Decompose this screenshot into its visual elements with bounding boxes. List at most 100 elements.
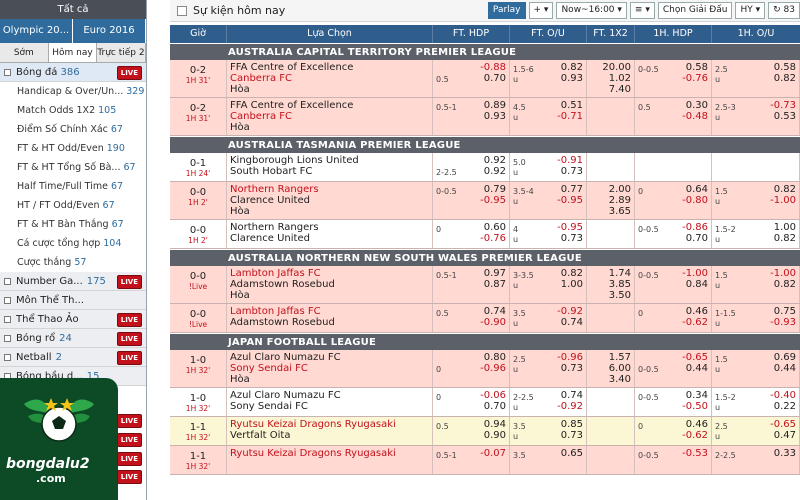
parlay-button[interactable]: Parlay [487, 2, 526, 19]
odds-value[interactable]: 0.34 [686, 390, 708, 401]
sort-button[interactable]: ≡ ▾ [629, 2, 655, 19]
odds-value[interactable]: 0.82 [774, 73, 796, 84]
odds-1x2-value[interactable]: 1.74 [609, 268, 631, 279]
odds-1x2-value[interactable]: 3.40 [609, 374, 631, 385]
odds-value[interactable]: 0.22 [774, 401, 796, 412]
league-header[interactable]: AUSTRALIA NORTHERN NEW SOUTH WALES PREMI… [170, 249, 800, 266]
odds-value[interactable]: -0.76 [682, 73, 708, 84]
home-team[interactable]: Azul Claro Numazu FC [230, 390, 432, 401]
sidebar-item-category[interactable]: Thể Thao Ảo LIVE [0, 310, 146, 329]
league-header[interactable]: AUSTRALIA CAPITAL TERRITORY PREMIER LEAG… [170, 43, 800, 60]
away-team[interactable]: Adamstown Rosebud [230, 279, 432, 290]
odds-value[interactable]: -0.71 [557, 111, 583, 122]
home-team[interactable]: Lambton Jaffas FC [230, 306, 432, 317]
odds-cell-x12[interactable] [587, 220, 635, 248]
odds-value[interactable]: -0.91 [557, 155, 583, 166]
odds-value[interactable]: 0.73 [561, 233, 583, 244]
odds-value[interactable]: 0.64 [686, 184, 708, 195]
odds-cell-ou[interactable]: 2.5 -0.96 u 0.73 [510, 350, 587, 387]
odds-value[interactable]: -0.90 [480, 317, 506, 328]
odds-cell-x12[interactable] [587, 446, 635, 474]
odds-1x2-value[interactable]: 6.00 [609, 363, 631, 374]
odds-value[interactable]: -0.50 [682, 401, 708, 412]
odds-value[interactable]: -0.96 [557, 352, 583, 363]
odds-cell-ou[interactable]: 5.0 -0.91 u 0.73 [510, 153, 587, 181]
odds-value[interactable]: -1.00 [682, 268, 708, 279]
league-header[interactable]: AUSTRALIA TASMANIA PREMIER LEAGUE [170, 136, 800, 153]
odds-cell-ou[interactable]: 3.5 0.85 u 0.73 [510, 417, 587, 445]
odds-cell-x12[interactable] [587, 153, 635, 181]
odds-value[interactable]: 0.74 [561, 390, 583, 401]
odds-cell-hdp[interactable]: 0 0.60 -0.76 [433, 220, 510, 248]
odds-value[interactable]: 0.79 [484, 184, 506, 195]
home-team[interactable]: FFA Centre of Excellence [230, 100, 432, 111]
odds-1x2-value[interactable]: 3.85 [609, 279, 631, 290]
odds-cell-h1[interactable]: 0 0.46 -0.62 [635, 417, 712, 445]
odds-value[interactable]: 0.58 [686, 62, 708, 73]
odds-value[interactable]: -0.76 [480, 233, 506, 244]
odds-cell-h1[interactable]: 0-0.5 -1.00 0.84 [635, 266, 712, 303]
odds-value[interactable]: -0.88 [480, 62, 506, 73]
odds-cell-hdp[interactable]: -0.88 0.5 0.70 [433, 60, 510, 97]
odds-value[interactable]: -0.62 [682, 317, 708, 328]
odds-1x2-value[interactable]: 1.57 [609, 352, 631, 363]
odds-cell-h1ou[interactable]: 2.5 0.58 u 0.82 [712, 60, 800, 97]
odds-value[interactable]: -0.65 [770, 419, 796, 430]
odds-cell-hdp[interactable]: 0.5 0.94 0.90 [433, 417, 510, 445]
odds-value[interactable]: 0.44 [686, 363, 708, 374]
odds-value[interactable]: -0.92 [557, 401, 583, 412]
home-team[interactable]: Ryutsu Keizai Dragons Ryugasaki [230, 448, 432, 459]
home-team[interactable]: Kingborough Lions United [230, 155, 432, 166]
odds-value[interactable]: 0.92 [484, 166, 506, 177]
odds-cell-ou[interactable]: 4.5 0.51 u -0.71 [510, 98, 587, 135]
odds-1x2-value[interactable]: 2.89 [609, 195, 631, 206]
odds-value[interactable]: 1.00 [561, 279, 583, 290]
odds-cell-x12[interactable] [587, 417, 635, 445]
odds-value[interactable]: 0.70 [686, 233, 708, 244]
away-team[interactable]: Vertfalt Oita [230, 430, 432, 441]
odds-type-select[interactable]: HY ▾ [735, 2, 766, 19]
tab-live[interactable]: Trực tiếp 28 [97, 43, 146, 62]
odds-value[interactable]: 0.70 [484, 73, 506, 84]
odds-value[interactable]: 0.53 [774, 111, 796, 122]
tab-olympic[interactable]: Olympic 20... [0, 19, 73, 43]
odds-value[interactable]: 0.82 [774, 184, 796, 195]
sidebar-item-category[interactable]: Number Ga... 175 LIVE [0, 272, 146, 291]
odds-cell-x12[interactable]: 2.00 2.89 3.65 [587, 182, 635, 219]
odds-cell-ou[interactable]: 3.5-4 0.77 u -0.95 [510, 182, 587, 219]
odds-value[interactable]: 0.47 [774, 430, 796, 441]
odds-cell-h1ou[interactable]: 2.5-3 -0.73 u 0.53 [712, 98, 800, 135]
refresh-button[interactable]: ↻ 83 [768, 2, 800, 19]
sidebar-subitem[interactable]: Handicap & Over/Un... 329 [0, 82, 146, 101]
odds-cell-h1ou[interactable]: 1.5 -1.00 u 0.82 [712, 266, 800, 303]
odds-value[interactable]: 0.80 [484, 352, 506, 363]
odds-value[interactable]: 0.87 [484, 279, 506, 290]
odds-1x2-value[interactable]: 1.02 [609, 73, 631, 84]
odds-value[interactable]: -0.06 [480, 390, 506, 401]
away-team[interactable]: Canberra FC [230, 111, 432, 122]
odds-cell-hdp[interactable]: 0.5 0.74 -0.90 [433, 304, 510, 332]
odds-value[interactable]: 0.82 [561, 62, 583, 73]
odds-value[interactable]: -0.95 [480, 195, 506, 206]
odds-cell-h1[interactable]: 0-0.5 0.34 -0.50 [635, 388, 712, 416]
sidebar-subitem[interactable]: Cá cược tổng hợp 104 [0, 234, 146, 253]
odds-value[interactable]: 0.74 [484, 306, 506, 317]
sidebar-all-label[interactable]: Tất cả [0, 0, 146, 19]
sidebar-subitem[interactable]: Điểm Số Chính Xác 67 [0, 120, 146, 139]
odds-cell-h1[interactable]: 0 0.46 -0.62 [635, 304, 712, 332]
odds-value[interactable]: 0.73 [561, 166, 583, 177]
tab-today[interactable]: Hôm nay [48, 43, 98, 62]
tab-euro[interactable]: Euro 2016 [73, 19, 146, 43]
sidebar-subitem[interactable]: Match Odds 1X2 105 [0, 101, 146, 120]
odds-cell-h1ou[interactable]: 2.5 -0.65 u 0.47 [712, 417, 800, 445]
away-team[interactable]: South Hobart FC [230, 166, 432, 177]
odds-value[interactable]: -0.86 [682, 222, 708, 233]
away-team[interactable]: Clarence United [230, 233, 432, 244]
odds-cell-h1[interactable]: 0 0.64 -0.80 [635, 182, 712, 219]
odds-cell-ou[interactable]: 3.5 0.65 [510, 446, 587, 474]
home-team[interactable]: Northern Rangers [230, 222, 432, 233]
odds-cell-hdp[interactable]: 0.5-1 -0.07 [433, 446, 510, 474]
sidebar-item-category[interactable]: Môn Thể Th... [0, 291, 146, 310]
odds-cell-hdp[interactable]: 0 -0.06 0.70 [433, 388, 510, 416]
odds-cell-x12[interactable] [587, 388, 635, 416]
